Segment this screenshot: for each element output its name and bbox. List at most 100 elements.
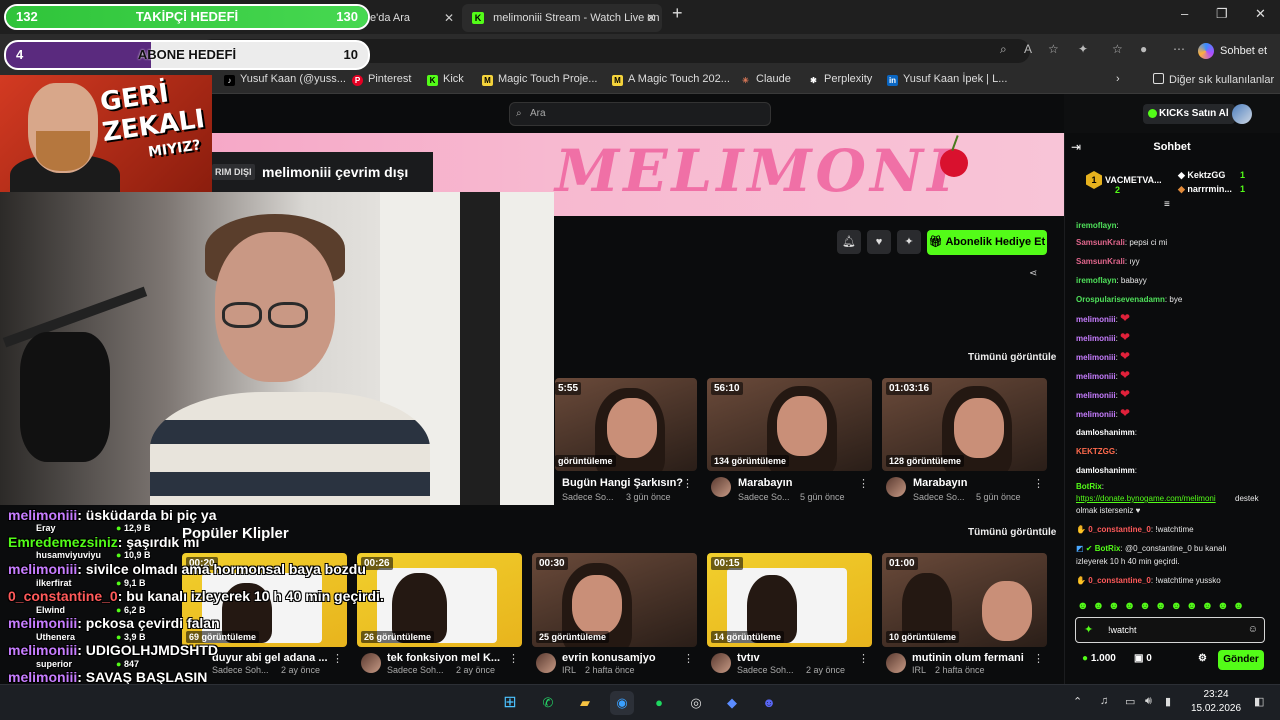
chat-username[interactable]: damloshanimm [1076, 428, 1135, 437]
chat-username[interactable]: Orospularisevenadamn [1076, 295, 1165, 304]
copilot-button[interactable]: Sohbet et [1198, 40, 1267, 62]
more-options-icon[interactable]: ⋮ [1033, 477, 1044, 490]
chat-username[interactable]: melimoniii [1076, 410, 1116, 419]
app-icon[interactable]: ◎ [684, 691, 708, 715]
video-title[interactable]: Marabayın [913, 477, 967, 489]
close-icon[interactable]: ✕ [444, 4, 454, 32]
clip-thumb[interactable]: 00:30 25 görüntüleme [532, 553, 697, 647]
clip-title[interactable]: tvtıv [737, 652, 760, 664]
more-options-icon[interactable]: ⋮ [332, 652, 343, 665]
search-input[interactable]: ⌕ Ara [509, 102, 771, 126]
notification-icon[interactable]: ◧ [1254, 695, 1264, 708]
chat-username[interactable]: melimoniii [1076, 391, 1116, 400]
battery-icon[interactable]: ▮ [1165, 695, 1171, 708]
spotify-icon[interactable]: ● [647, 691, 671, 715]
clip-title[interactable]: tek fonksiyon mel K... [387, 652, 500, 664]
bookmark-kick[interactable]: K Kick [427, 73, 464, 86]
video-title[interactable]: Bugün Hangi Şarkısın? [562, 477, 683, 489]
clip-thumb[interactable]: 00:15 14 görüntüleme [707, 553, 872, 647]
clip-title[interactable]: duyur abi gel adana ... [212, 652, 328, 664]
view-all-videos-link[interactable]: Tümünü görüntüle [968, 352, 1056, 363]
view-all-clips-link[interactable]: Tümünü görüntüle [968, 527, 1056, 538]
new-tab-button[interactable]: + [672, 3, 683, 24]
microphone-icon[interactable]: ♫ [1100, 695, 1108, 707]
clip-thumb[interactable]: 01:00 10 görüntüleme [882, 553, 1047, 647]
clip-title[interactable]: evrin konusamjyo [562, 652, 656, 664]
zoom-icon[interactable]: ⌕ [1000, 42, 1007, 57]
chat-username[interactable]: SamsunKrali [1076, 257, 1125, 266]
emote-bar[interactable]: ☻☻☻☻☻☻☻☻☻☻☻ [1077, 600, 1248, 612]
avatar[interactable] [886, 653, 906, 673]
chat-username[interactable]: 0_constantine_0 [1088, 576, 1151, 585]
chat-username[interactable]: iremoflayn [1076, 276, 1116, 285]
chat-username[interactable]: SamsunKrali [1076, 238, 1125, 247]
profile-icon[interactable]: ● [1140, 42, 1147, 56]
bookmark-linkedin[interactable]: in Yusuf Kaan İpek | L... [887, 73, 1007, 86]
discord-icon[interactable]: ☻ [757, 691, 781, 715]
bookmark-other-folder[interactable]: Diğer sık kullanılanlar [1153, 73, 1274, 86]
edge-icon[interactable]: ◉ [610, 691, 634, 715]
more-options-icon[interactable]: ⋮ [858, 477, 869, 490]
filter-icon[interactable]: ≡ [1164, 199, 1170, 210]
settings-icon[interactable]: ⚙ [1198, 653, 1207, 664]
more-options-icon[interactable]: ⋮ [858, 652, 869, 665]
clip-title[interactable]: mutinin olum fermani [912, 652, 1024, 664]
extensions-icon[interactable]: ✦ [1078, 42, 1088, 56]
chat-leader-3[interactable]: ◆ narrrmin... [1178, 184, 1232, 195]
tab-search[interactable]: e'da Ara ✕ [360, 4, 460, 32]
chevron-up-icon[interactable]: ⌃ [1073, 695, 1082, 708]
collapse-chat-icon[interactable]: ⇥ [1071, 137, 1081, 157]
favorite-star-icon[interactable]: ☆ [1048, 42, 1059, 56]
send-button[interactable]: Gönder [1218, 650, 1264, 670]
volume-icon[interactable]: 🔊︎ [1145, 695, 1152, 708]
video-thumb[interactable]: 5:55 görüntüleme [555, 378, 697, 471]
clock[interactable]: 23:24 15.02.2026 [1186, 688, 1246, 716]
chat-username[interactable]: 0_constantine_0 [1088, 525, 1151, 534]
chat-username[interactable]: iremoflayn [1076, 221, 1116, 230]
chat-username[interactable]: melimoniii [1076, 353, 1116, 362]
chat-username[interactable]: melimoniii [1076, 334, 1116, 343]
video-title[interactable]: Marabayın [738, 477, 792, 489]
close-icon[interactable]: ✕ [646, 4, 656, 32]
windows-start-icon[interactable]: ⊞ [498, 691, 522, 715]
gift-count[interactable]: ▣ 0 [1134, 653, 1152, 664]
network-icon[interactable]: ▭ [1125, 695, 1135, 708]
bookmark-pinterest[interactable]: P Pinterest [352, 73, 411, 86]
follow-heart-button[interactable]: ♥ [867, 230, 891, 254]
chat-username[interactable]: damloshanimm [1076, 466, 1135, 475]
menu-dots-icon[interactable]: ⋯ [1173, 42, 1185, 56]
emoji-icon[interactable]: ☺ [1248, 618, 1258, 642]
share-icon[interactable]: ⋖ [1029, 268, 1037, 279]
video-thumb[interactable]: 01:03:16 128 görüntüleme [882, 378, 1047, 471]
chat-input[interactable]: ✦ !watcht ☺ [1075, 617, 1265, 643]
avatar[interactable] [361, 653, 381, 673]
gift-subscription-button[interactable]: 🎁︎ Abonelik Hediye Et [927, 230, 1047, 255]
more-options-icon[interactable]: ⋮ [508, 652, 519, 665]
whatsapp-icon[interactable]: ✆ [536, 691, 560, 715]
maximize-icon[interactable]: ❐ [1216, 6, 1228, 22]
chevron-right-icon[interactable]: › [1116, 73, 1120, 85]
chat-leader-1[interactable]: 1 VACMETVA... [1086, 171, 1162, 189]
minimize-icon[interactable]: – [1181, 6, 1188, 21]
app-icon[interactable]: ◆ [720, 691, 744, 715]
chat-username[interactable]: BotRix [1076, 482, 1102, 491]
bookmark-tiktok[interactable]: ♪ Yusuf Kaan (@yuss... [224, 73, 346, 86]
chat-username[interactable]: KEKTZGG [1076, 447, 1115, 456]
bookmark-magic-touch-2[interactable]: M A Magic Touch 202... [612, 73, 730, 86]
more-options-icon[interactable]: ⋮ [1033, 652, 1044, 665]
avatar[interactable] [711, 653, 731, 673]
chat-username[interactable]: melimoniii [1076, 372, 1116, 381]
chat-leader-2[interactable]: ◆ KektzGG [1178, 170, 1225, 181]
file-explorer-icon[interactable]: ▰ [573, 691, 597, 715]
read-aloud-icon[interactable]: A [1024, 42, 1032, 56]
bookmark-magic-touch[interactable]: M Magic Touch Proje... [482, 73, 597, 86]
chat-username[interactable]: BotRix [1095, 544, 1121, 553]
avatar[interactable] [536, 653, 556, 673]
tab-kick-stream[interactable]: K melimoniii Stream - Watch Live on ✕ [462, 4, 662, 32]
notification-bell-button[interactable]: 🔔︎ [837, 230, 861, 254]
avatar[interactable] [711, 477, 731, 497]
close-window-icon[interactable]: ✕ [1255, 6, 1266, 22]
video-thumb[interactable]: 56:10 134 görüntüleme [707, 378, 872, 471]
more-options-icon[interactable]: ⋮ [683, 652, 694, 665]
avatar[interactable] [1232, 104, 1252, 124]
